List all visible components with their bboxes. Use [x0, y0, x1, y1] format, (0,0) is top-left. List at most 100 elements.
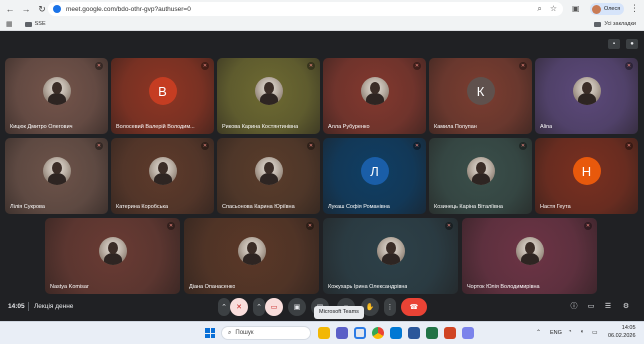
- participant-tile[interactable]: ✕ Кожухарь Ірина Олександрівна: [323, 218, 458, 294]
- volume-icon[interactable]: ◖: [580, 329, 584, 335]
- windows-start-icon[interactable]: [205, 328, 215, 338]
- bookmark-folder-sse[interactable]: SSE: [24, 21, 46, 27]
- profile-button[interactable]: Олеся: [590, 3, 624, 15]
- avatar: [254, 157, 283, 186]
- mic-off-icon: ✕: [201, 62, 209, 70]
- participant-tile[interactable]: ✕ Лілія Сукрова: [5, 138, 108, 214]
- edge-icon[interactable]: [354, 327, 366, 339]
- avatar: В: [148, 77, 177, 106]
- mic-off-icon: ✕: [625, 62, 633, 70]
- taskbar-clock[interactable]: 14:05 06.02.2026: [608, 325, 636, 340]
- participant-name: Лукаш Софія Романівна: [328, 204, 390, 210]
- participants-count-icon[interactable]: ●: [626, 39, 638, 49]
- meeting-info-icon[interactable]: ⓘ: [569, 302, 579, 312]
- participant-tile[interactable]: ✕ Nastya Komisar: [45, 218, 180, 294]
- mic-off-icon: ✕: [519, 142, 527, 150]
- participant-tile[interactable]: В ✕ Волосевий Валерій Володим...: [111, 58, 214, 134]
- participant-tile[interactable]: ✕ Козинець Каріна Віталіївна: [429, 138, 532, 214]
- participant-tile[interactable]: Н ✕ Настя Геута: [535, 138, 638, 214]
- avatar: [572, 77, 601, 106]
- participant-tile[interactable]: ✕ Рикова Карина Костянтинівна: [217, 58, 320, 134]
- mic-off-icon: ✕: [306, 222, 314, 230]
- more-vert-icon: ⋮: [386, 304, 394, 311]
- mic-off-icon: ✕: [584, 222, 592, 230]
- meet-stage: ▪ ● ✕ Кицюк Дмитро Олегович В ✕ Волосевий Ва…: [0, 31, 644, 321]
- app-icon[interactable]: [462, 327, 474, 339]
- participant-tile[interactable]: ✕ Чорток Юлія Володимирівна: [462, 218, 597, 294]
- hand-icon: ✋: [365, 304, 375, 311]
- participant-name: Діана Опанасенко: [189, 284, 236, 290]
- wifi-icon[interactable]: ◔: [568, 329, 572, 335]
- avatar: [515, 237, 544, 266]
- zoom-icon[interactable]: ⌕: [537, 4, 541, 14]
- participant-name: Лілія Сукрова: [10, 204, 45, 210]
- back-icon[interactable]: ←: [4, 3, 16, 15]
- participant-tile[interactable]: ✕ Alina: [535, 58, 638, 134]
- participant-name: Кицюк Дмитро Олегович: [10, 124, 73, 130]
- apps-grid-icon[interactable]: ▦: [6, 20, 13, 28]
- store-icon[interactable]: [390, 327, 402, 339]
- all-bookmarks[interactable]: Усі закладки: [594, 21, 636, 27]
- participant-name: Камила Полупан: [434, 124, 477, 130]
- participant-tile[interactable]: ✕ Діана Опанасенко: [184, 218, 319, 294]
- bookmark-star-icon[interactable]: ☆: [550, 4, 557, 14]
- taskbar-tooltip: Microsoft Teams: [314, 306, 364, 319]
- word-icon[interactable]: [408, 327, 420, 339]
- participant-name: Волосевий Валерій Володим...: [116, 124, 195, 130]
- participant-name: Козинець Каріна Віталіївна: [434, 204, 503, 210]
- tray-overflow-icon[interactable]: ⌃: [536, 329, 541, 336]
- present-button[interactable]: ▣: [288, 298, 306, 316]
- chrome-icon[interactable]: [372, 327, 384, 339]
- participant-name: Nastya Komisar: [50, 284, 89, 290]
- battery-icon[interactable]: ▭: [592, 329, 598, 336]
- file-explorer-icon[interactable]: [318, 327, 330, 339]
- browser-menu-icon[interactable]: ⋮: [630, 3, 639, 14]
- mic-off-icon: ✕: [201, 142, 209, 150]
- extensions-icon[interactable]: ▣: [572, 4, 582, 14]
- camera-options-button[interactable]: ⌃: [253, 298, 265, 316]
- mic-off-icon: ✕: [413, 62, 421, 70]
- participant-name: Алла Рубуренко: [328, 124, 370, 130]
- teams-icon[interactable]: [336, 327, 348, 339]
- forward-icon[interactable]: →: [20, 3, 32, 15]
- participant-name: Кожухарь Ірина Олександрівна: [328, 284, 408, 290]
- mic-off-icon: ✕: [167, 222, 175, 230]
- folder-icon: [594, 21, 602, 27]
- participant-tile[interactable]: ✕ Кицюк Дмитро Олегович: [5, 58, 108, 134]
- avatar: [592, 4, 601, 14]
- participants-icon[interactable]: ☰: [603, 302, 613, 312]
- more-options-button[interactable]: ⋮: [384, 298, 396, 316]
- chat-icon[interactable]: ▭: [586, 302, 596, 312]
- site-info-icon[interactable]: [53, 5, 61, 13]
- mic-toggle-button[interactable]: ✕: [230, 298, 248, 316]
- language-indicator[interactable]: ENG: [550, 330, 562, 336]
- participant-tile[interactable]: ✕ Алла Рубуренко: [323, 58, 426, 134]
- participant-tile[interactable]: ✕ Катерина Коробська: [111, 138, 214, 214]
- reload-icon[interactable]: ↻: [36, 3, 48, 15]
- excel-icon[interactable]: [426, 327, 438, 339]
- bookmark-folder-label: SSE: [34, 21, 46, 27]
- bookmarks-bar: ▦ SSE Усі закладки: [0, 18, 644, 31]
- mic-options-button[interactable]: ⌃: [218, 298, 230, 316]
- avatar: [148, 157, 177, 186]
- screen: ← → ↻ meet.google.com/bdo-othr-gvp?authu…: [0, 0, 644, 344]
- mic-off-icon: ✕: [413, 142, 421, 150]
- mic-off-icon: ✕: [95, 62, 103, 70]
- participant-tile[interactable]: Л ✕ Лукаш Софія Романівна: [323, 138, 426, 214]
- address-bar[interactable]: meet.google.com/bdo-othr-gvp?authuser=0 …: [48, 2, 563, 16]
- participant-tile[interactable]: ✕ Спасьонова Карина Юріївна: [217, 138, 320, 214]
- participant-name: Спасьонова Карина Юріївна: [222, 204, 295, 210]
- avatar: [98, 237, 127, 266]
- camera-toggle-button[interactable]: ▭: [265, 298, 283, 316]
- participant-tile[interactable]: К ✕ Камила Полупан: [429, 58, 532, 134]
- layout-icon[interactable]: ▪: [608, 39, 620, 49]
- taskbar-search[interactable]: ⌕ Пошук: [221, 326, 311, 340]
- participant-name: Чорток Юлія Володимирівна: [467, 284, 540, 290]
- all-bookmarks-label: Усі закладки: [604, 21, 636, 27]
- mic-off-icon: ✕: [625, 142, 633, 150]
- leave-call-button[interactable]: ☎: [401, 298, 427, 316]
- clock-time: 14:05: [621, 325, 636, 331]
- mic-off-icon: ✕: [236, 304, 242, 311]
- activities-icon[interactable]: ⚙: [621, 302, 631, 312]
- powerpoint-icon[interactable]: [444, 327, 456, 339]
